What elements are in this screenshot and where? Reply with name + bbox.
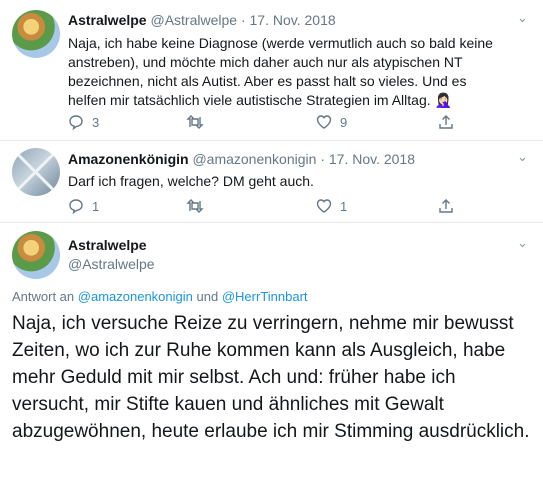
tweet-text: Naja, ich habe keine Diagnose (werde ver…: [68, 35, 493, 108]
display-name[interactable]: Astralwelpe: [68, 237, 147, 253]
reply-count: 3: [92, 114, 100, 130]
main-tweet-text: Naja, ich versuche Reize zu verringern, …: [12, 313, 530, 442]
tweet-text: Darf ich fragen, welche? DM geht auch.: [68, 173, 314, 189]
tweet-header: Astralwelpe @Astralwelpe · 17. Nov. 2018: [68, 12, 336, 28]
retweet-button[interactable]: [186, 198, 204, 214]
retweet-icon: [186, 199, 204, 213]
tweet-header: Astralwelpe: [68, 237, 147, 253]
chevron-down-icon[interactable]: ⌄: [517, 236, 529, 249]
reply-button[interactable]: 1: [68, 198, 99, 214]
share-button[interactable]: [438, 198, 454, 214]
heart-icon: [316, 199, 332, 213]
mention-link[interactable]: @amazonenkonigin: [78, 289, 193, 304]
reply-count: 1: [92, 198, 100, 214]
like-count: 9: [340, 114, 348, 130]
display-name[interactable]: Astralwelpe: [68, 12, 147, 28]
retweet-button[interactable]: [186, 114, 204, 130]
retweet-icon: [186, 115, 204, 129]
handle[interactable]: @amazonenkonigin: [192, 151, 316, 167]
like-button[interactable]: 9: [316, 114, 347, 130]
share-icon: [439, 115, 453, 129]
tweet-2[interactable]: Amazonenkönigin @amazonenkonigin · 17. N…: [0, 141, 543, 221]
tweet-actions: 3 9: [68, 114, 468, 132]
timestamp[interactable]: 17. Nov. 2018: [329, 151, 415, 167]
mention-link[interactable]: @HerrTinnbart: [222, 289, 308, 304]
avatar[interactable]: [12, 10, 60, 58]
share-icon: [439, 199, 453, 213]
tweet-header: Amazonenkönigin @amazonenkonigin · 17. N…: [68, 151, 416, 167]
display-name[interactable]: Amazonenkönigin: [68, 151, 189, 167]
like-count: 1: [340, 198, 348, 214]
share-button[interactable]: [438, 114, 454, 130]
timestamp[interactable]: 17. Nov. 2018: [250, 12, 336, 28]
reply-button[interactable]: 3: [68, 114, 99, 130]
reply-icon: [69, 199, 83, 214]
handle[interactable]: @Astralwelpe: [150, 12, 237, 28]
avatar[interactable]: [12, 148, 60, 196]
heart-icon: [316, 115, 332, 129]
handle[interactable]: @Astralwelpe: [68, 256, 155, 272]
reply-icon: [69, 115, 83, 130]
tweet-1[interactable]: Astralwelpe @Astralwelpe · 17. Nov. 2018…: [0, 0, 543, 140]
avatar[interactable]: [12, 231, 60, 279]
tweet-actions: 1 1: [68, 198, 468, 216]
reply-context: Antwort an @amazonenkonigin und @HerrTin…: [12, 289, 308, 304]
chevron-down-icon[interactable]: ⌄: [517, 150, 529, 163]
like-button[interactable]: 1: [316, 198, 347, 214]
chevron-down-icon[interactable]: ⌄: [517, 11, 529, 24]
